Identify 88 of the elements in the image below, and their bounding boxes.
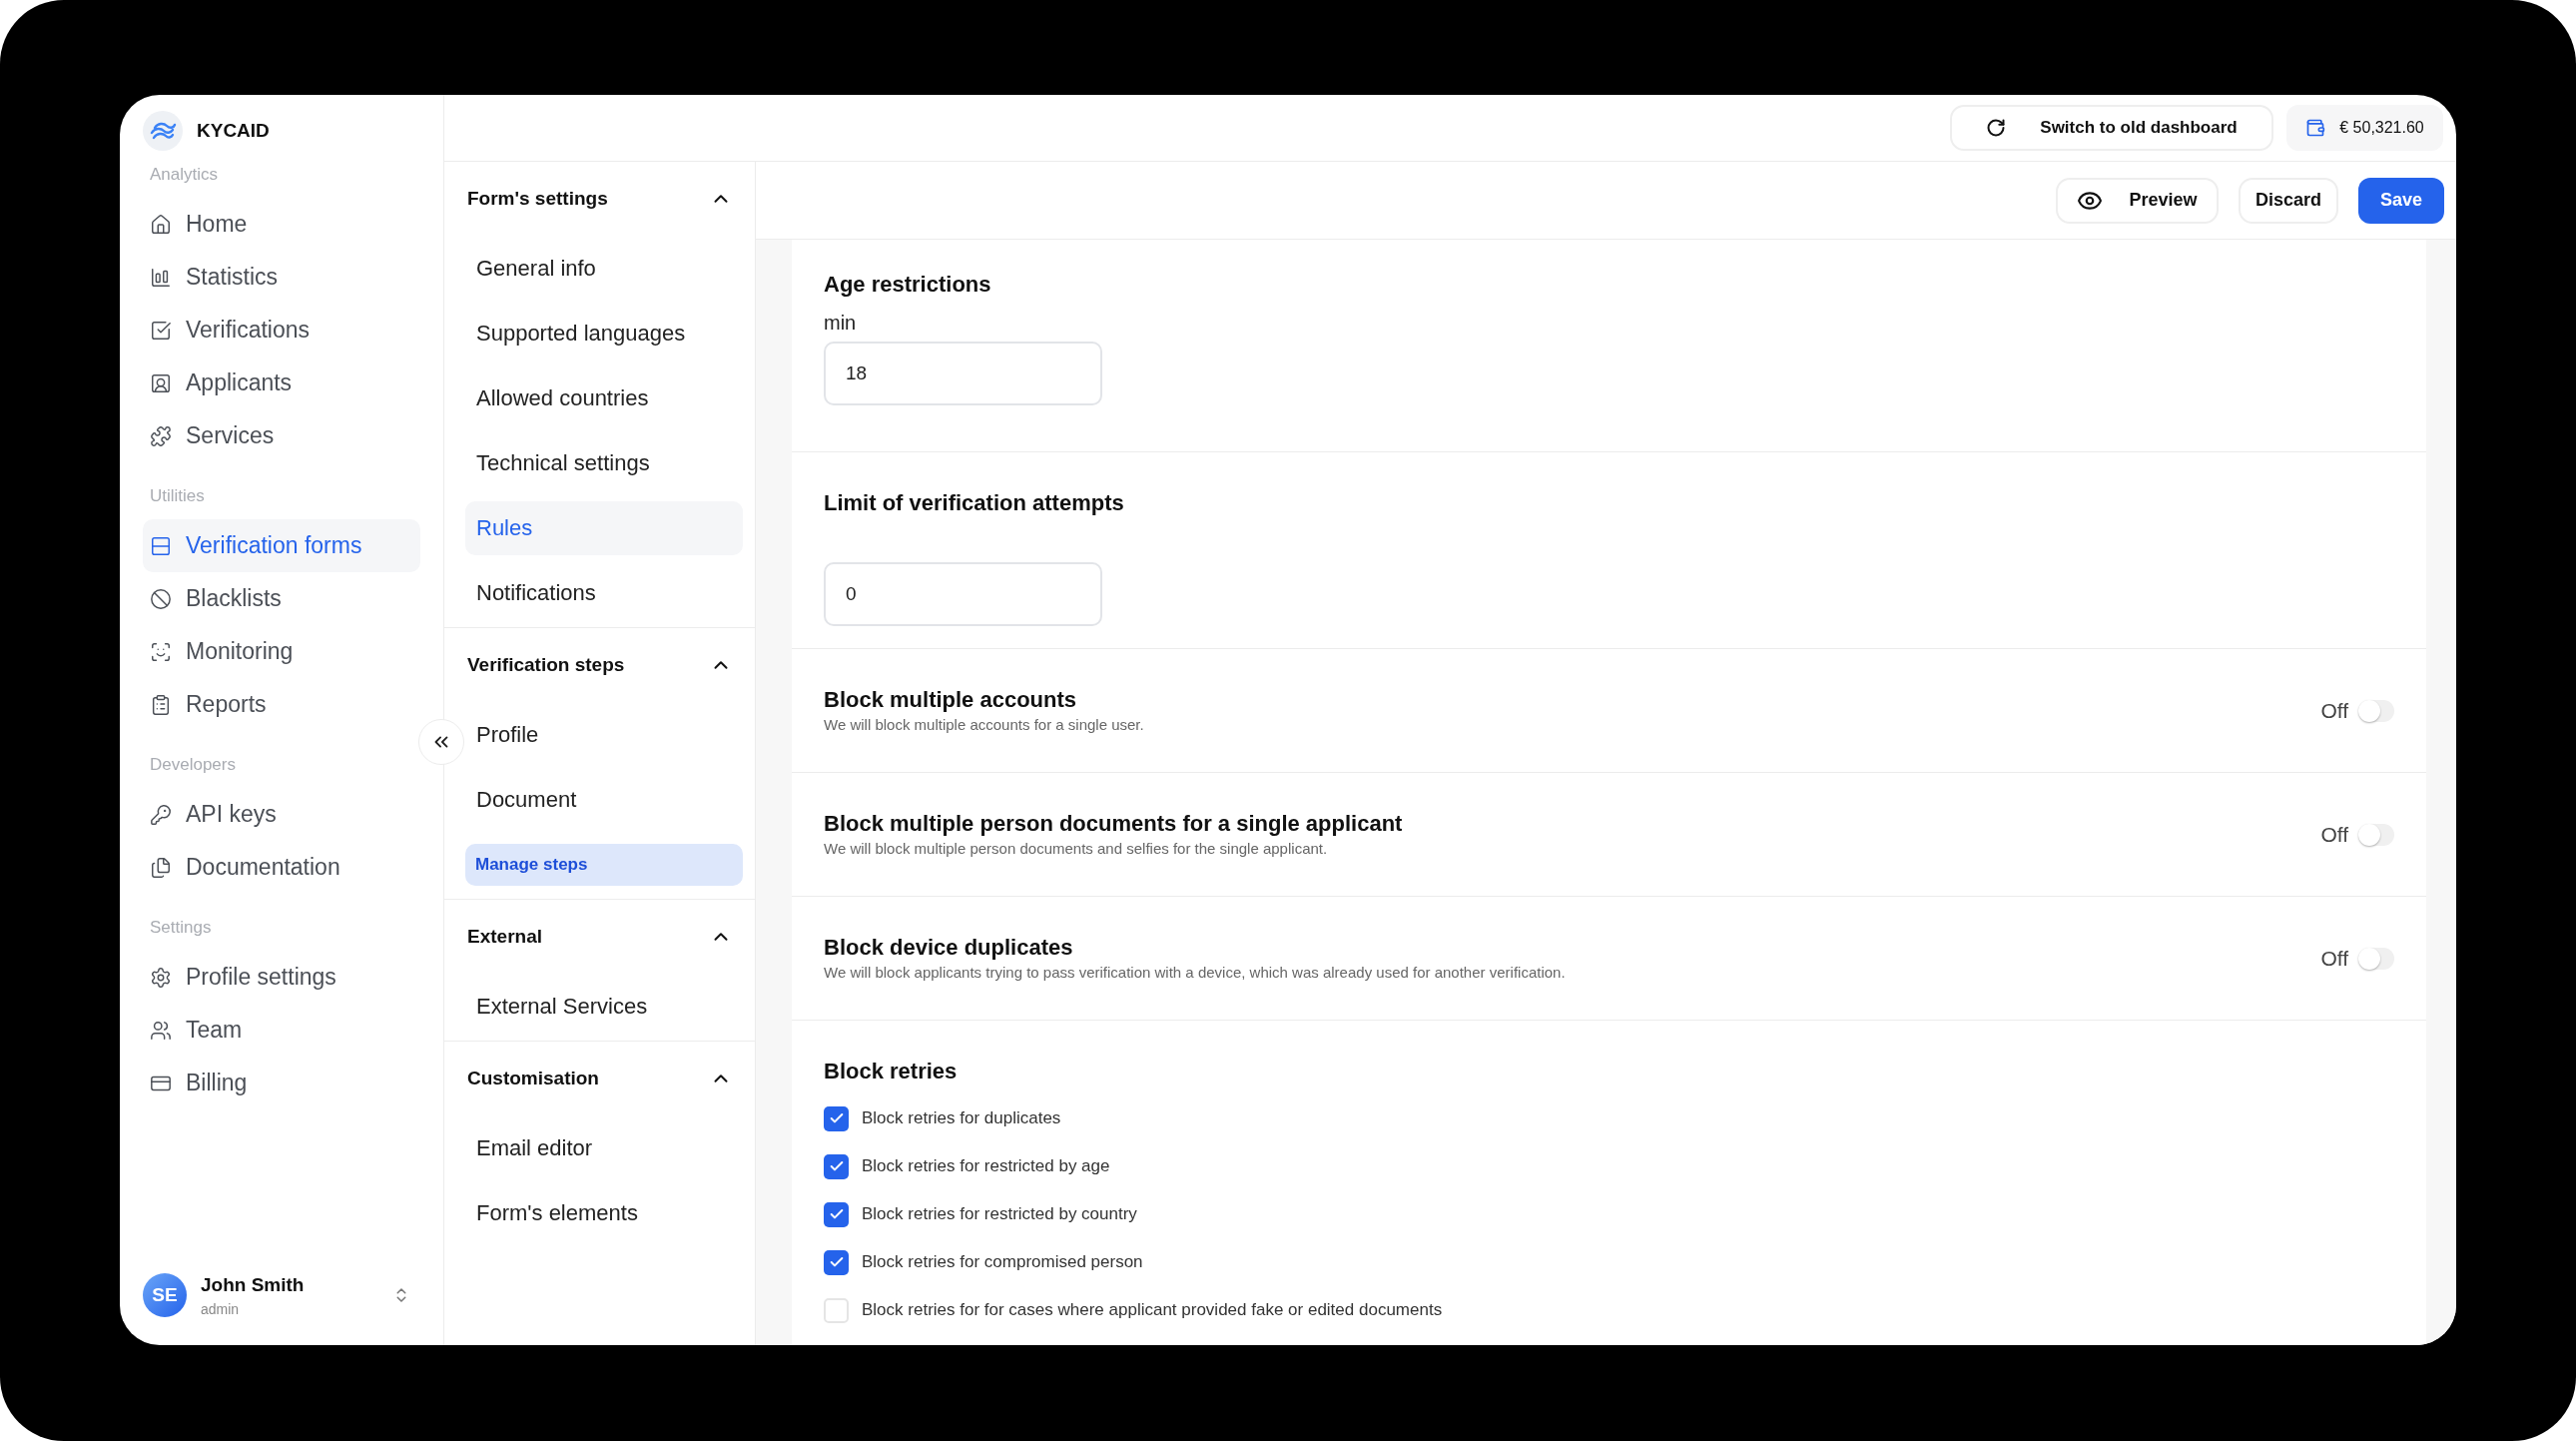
subnav-item[interactable]: Allowed countries: [465, 370, 743, 425]
face-scan-icon: [150, 640, 172, 663]
sidebar-item[interactable]: Team: [143, 1004, 420, 1057]
toggle-reading: Off: [2320, 945, 2348, 972]
sidebar-item[interactable]: Services: [143, 409, 420, 462]
checkbox-label: Block retries for restricted by country: [862, 1203, 1137, 1226]
checkbox-label: Block retries for compromised person: [862, 1251, 1143, 1274]
people-icon: [150, 1019, 172, 1042]
section-title: Age restrictions: [824, 271, 992, 299]
checkbox[interactable]: [824, 1153, 849, 1179]
section-label: Analytics: [150, 164, 219, 187]
setting-description: We will block multiple accounts for a single user.: [824, 714, 1144, 735]
ban-icon: [150, 587, 172, 610]
sidebar-item[interactable]: Blacklists: [143, 572, 420, 625]
clipboard-icon: [150, 693, 172, 716]
subnav-item[interactable]: Rules: [465, 500, 743, 555]
checkbox[interactable]: [824, 1297, 849, 1323]
section-label: Settings: [150, 917, 212, 940]
sidebar-item[interactable]: Billing: [143, 1057, 420, 1109]
subnav-item[interactable]: External Services: [465, 979, 743, 1034]
brand-name: KYCAID: [197, 118, 270, 143]
subnav-item[interactable]: General info: [465, 241, 743, 296]
number-input[interactable]: 0: [824, 562, 1102, 626]
sidebar-item[interactable]: Monitoring: [143, 625, 420, 678]
section-label: Utilities: [150, 485, 205, 508]
toggle-switch[interactable]: [2358, 947, 2394, 970]
settings-icon: [150, 966, 172, 989]
group-header[interactable]: External: [444, 900, 755, 974]
toggle-reading: Off: [2320, 697, 2348, 724]
sidebar-item[interactable]: Verifications: [143, 304, 420, 357]
puzzle-icon: [150, 424, 172, 447]
checkbox[interactable]: [824, 1105, 849, 1131]
checkbox[interactable]: [824, 1249, 849, 1275]
setting-title: Block multiple person documents for a single applicant: [824, 809, 1403, 838]
toggle-reading: Off: [2320, 821, 2348, 848]
toggle-switch[interactable]: [2358, 699, 2394, 722]
sidebar-item[interactable]: Statistics: [143, 251, 420, 304]
setting-title: Block device duplicates: [824, 933, 1074, 962]
group-header[interactable]: Customisation: [444, 1042, 755, 1115]
user-card-icon: [150, 371, 172, 394]
logo-icon: [143, 111, 183, 151]
toggle-switch[interactable]: [2358, 823, 2394, 846]
checkbox-label: Block retries for restricted by age: [862, 1155, 1110, 1178]
discard-button[interactable]: Discard: [2239, 177, 2338, 224]
sidebar-item[interactable]: Applicants: [143, 357, 420, 409]
manage-steps-button[interactable]: Manage steps: [465, 843, 743, 886]
setting-description: We will block multiple person documents and selfies for the single applicant.: [824, 838, 1329, 859]
subnav-item[interactable]: Form's elements: [465, 1185, 743, 1240]
subnav-item[interactable]: Technical settings: [465, 435, 743, 490]
key-icon: [150, 803, 172, 826]
group-header[interactable]: Verification steps: [444, 628, 755, 702]
section-title: Block retries: [824, 1058, 959, 1085]
sidebar-item[interactable]: Documentation: [143, 841, 420, 894]
files-icon: [150, 856, 172, 879]
refresh-icon: [1986, 118, 2007, 138]
preview-button[interactable]: Preview: [2056, 177, 2219, 224]
sidebar-item[interactable]: Home: [143, 198, 420, 251]
save-button[interactable]: Save: [2358, 177, 2444, 224]
bar-chart-icon: [150, 266, 172, 289]
checkbox-label: Block retries for for cases where applicant provided fake or edited documents: [862, 1299, 1443, 1322]
subnav-item[interactable]: Notifications: [465, 565, 743, 620]
balance-badge[interactable]: € 50,321.60: [2286, 105, 2443, 151]
list-icon: [150, 534, 172, 557]
checkbox[interactable]: [824, 1201, 849, 1227]
subnav-item[interactable]: Supported languages: [465, 306, 743, 360]
sidebar-item[interactable]: Reports: [143, 678, 420, 731]
setting-title: Block multiple accounts: [824, 685, 1078, 714]
collapse-button[interactable]: [418, 719, 464, 765]
user-role: admin: [201, 1300, 241, 1319]
checklist-icon: [150, 319, 172, 342]
sidebar-item[interactable]: Verification forms: [143, 519, 420, 572]
sidebar-item[interactable]: Profile settings: [143, 951, 420, 1004]
number-input[interactable]: 18: [824, 342, 1102, 405]
subnav-item[interactable]: Document: [465, 772, 743, 827]
wallet-icon: [2305, 118, 2326, 138]
subnav-item[interactable]: Profile: [465, 707, 743, 762]
section-label: Developers: [150, 754, 236, 777]
sidebar-item[interactable]: API keys: [143, 788, 420, 841]
checkbox-label: Block retries for duplicates: [862, 1107, 1061, 1130]
field-label: min: [824, 311, 858, 336]
subnav-item[interactable]: Email editor: [465, 1120, 743, 1175]
group-header[interactable]: Form's settings: [444, 162, 755, 236]
home-icon: [150, 213, 172, 236]
avatar[interactable]: SE: [143, 1273, 187, 1318]
setting-description: We will block applicants trying to pass verification with a device, which was already used for another verification.: [824, 962, 1566, 983]
switch-dashboard-button[interactable]: Switch to old dashboard: [1950, 105, 2273, 151]
section-title: Limit of verification attempts: [824, 489, 1125, 517]
user-name: John Smith: [201, 1272, 305, 1297]
